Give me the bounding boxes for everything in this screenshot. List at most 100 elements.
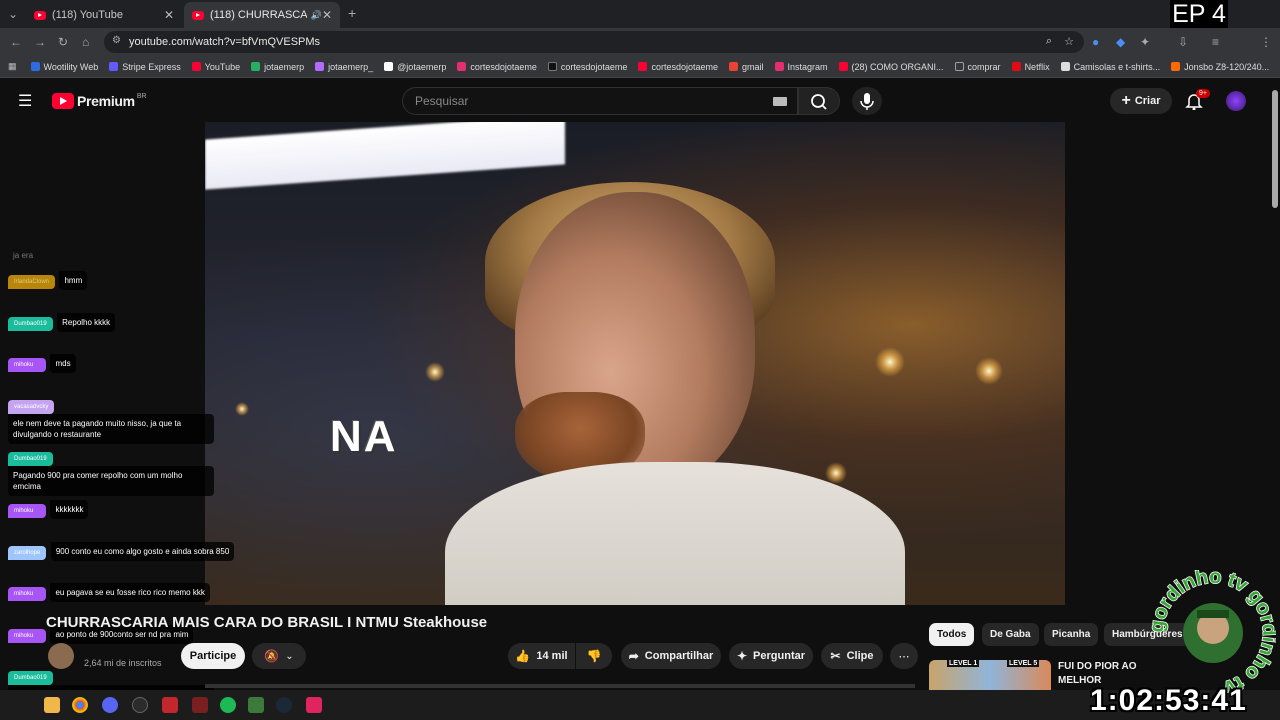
spotify-icon[interactable]: [220, 697, 236, 713]
more-dots-icon: ⋯: [898, 650, 910, 663]
search-button[interactable]: [798, 87, 840, 115]
home-icon[interactable]: ⌂: [82, 34, 89, 50]
new-tab-icon[interactable]: +: [348, 5, 356, 21]
recommendation-thumbnail[interactable]: LEVEL 1 LEVEL 5: [929, 660, 1051, 690]
bokeh-light: [825, 462, 847, 484]
url-text: youtube.com/watch?v=bfVmQVESPMs: [129, 36, 321, 48]
back-icon[interactable]: ←: [10, 34, 22, 50]
thumbs-down-icon: 👎: [586, 649, 602, 663]
bookmark-item[interactable]: jotaemerp_: [315, 62, 373, 72]
bookmark-item[interactable]: YouTube: [191, 62, 240, 72]
microphone-icon: [860, 93, 874, 110]
chat-message: mihoku eu pagava se eu fosse rico rico m…: [8, 582, 210, 602]
app-icon[interactable]: [248, 697, 264, 713]
extensions-puzzle-icon[interactable]: ✦: [1140, 34, 1150, 50]
address-bar[interactable]: ⚙ youtube.com/watch?v=bfVmQVESPMs ☆ ⌕: [104, 31, 1084, 53]
speaker-icon[interactable]: 🔊: [311, 10, 322, 21]
menu-dots-icon[interactable]: ⋮: [1260, 34, 1272, 50]
chat-message: mihoku kkkkkkk: [8, 499, 89, 519]
bookmark-item[interactable]: Camisolas e t-shirts...: [1060, 62, 1160, 72]
bookmark-folder[interactable]: comprar: [954, 62, 1001, 72]
extension-icon[interactable]: ◆: [1116, 34, 1125, 50]
search-placeholder: Pesquisar: [415, 94, 469, 108]
notifications-button[interactable]: 9+: [1184, 89, 1210, 115]
keyboard-icon[interactable]: [773, 97, 787, 106]
site-info-icon[interactable]: ⚙: [112, 35, 121, 46]
app-icon[interactable]: [192, 697, 208, 713]
close-tab-icon[interactable]: ✕: [322, 8, 332, 22]
app-icon[interactable]: [162, 697, 178, 713]
apps-grid-icon[interactable]: ▦: [8, 61, 17, 72]
downloads-icon[interactable]: ⇩: [1178, 34, 1188, 50]
ask-label: Perguntar: [753, 650, 806, 662]
bookmark-item[interactable]: Jonsbo Z8-120/240...: [1171, 62, 1269, 72]
bookmark-item[interactable]: cortesdojotaeme: [547, 62, 627, 72]
tab-search-icon[interactable]: ⌄: [8, 6, 18, 22]
chat-username: vacasadvcky: [8, 400, 55, 414]
bookmark-item[interactable]: Instagram: [774, 62, 828, 72]
video-player[interactable]: NA: [205, 122, 1065, 605]
bookmark-item[interactable]: jotaemerp: [251, 62, 304, 72]
app-icon[interactable]: [306, 697, 322, 713]
close-tab-icon[interactable]: ✕: [164, 8, 174, 22]
extension-icon[interactable]: ●: [1092, 34, 1099, 50]
share-button[interactable]: ➦ Compartilhar: [621, 643, 721, 669]
tab-title: (118) CHURRASCARIA MAI: [210, 9, 307, 21]
page-scrollbar[interactable]: [1272, 90, 1278, 208]
bookmark-item[interactable]: cortesdojotaeme: [638, 62, 718, 72]
forward-icon[interactable]: →: [34, 34, 46, 50]
voice-search-button[interactable]: [852, 87, 882, 115]
zoom-icon[interactable]: ⌕: [1046, 35, 1052, 48]
clip-label: Clipe: [846, 650, 874, 662]
chat-username: Dumbao019: [8, 317, 53, 331]
chat-text: hmm: [59, 271, 88, 290]
bookmark-item[interactable]: Stripe Express: [109, 62, 181, 72]
dislike-button[interactable]: 👎: [576, 643, 612, 669]
chrome-icon[interactable]: [72, 697, 88, 713]
chip-picanha[interactable]: Picanha: [1044, 623, 1099, 646]
youtube-premium-logo[interactable]: Premium BR: [52, 93, 147, 109]
youtube-favicon-icon: [34, 10, 46, 20]
subscription-bell-button[interactable]: 🔕 ⌄: [252, 643, 306, 669]
bookmark-item[interactable]: @jotaemerp: [384, 62, 446, 72]
bookmark-star-icon[interactable]: ☆: [1064, 35, 1074, 48]
more-actions-button[interactable]: ⋯: [890, 643, 918, 669]
reload-icon[interactable]: ↻: [58, 34, 68, 50]
ask-button[interactable]: ✦ Perguntar: [729, 643, 813, 669]
chat-username: IrlandaClown: [8, 275, 56, 289]
clip-button[interactable]: ✂ Clipe: [821, 643, 883, 669]
youtube-logo-icon: [52, 93, 74, 109]
bookmark-item[interactable]: gmail: [728, 62, 764, 72]
chat-message: ja era: [8, 246, 38, 265]
bookmark-item[interactable]: Netflix: [1011, 62, 1050, 72]
like-button[interactable]: 👍 14 mil: [508, 643, 575, 669]
thumbnail-label: LEVEL 5: [1007, 660, 1040, 667]
bell-off-icon: 🔕: [264, 649, 280, 663]
hamburger-menu-icon[interactable]: ☰: [18, 91, 32, 111]
chip-all[interactable]: Todos: [929, 623, 975, 646]
account-avatar[interactable]: [1226, 91, 1246, 111]
chat-message: vacasadvcky ele nem deve ta pagando muit…: [8, 395, 214, 444]
chat-message: Dumbao019 Repolho kkkk: [8, 312, 116, 332]
bookmark-favicon-icon: [30, 62, 40, 71]
file-explorer-icon[interactable]: [44, 697, 60, 713]
bookmark-item[interactable]: cortesdojotaeme: [457, 62, 537, 72]
obs-icon[interactable]: [132, 697, 148, 713]
create-button[interactable]: + Criar: [1110, 88, 1172, 114]
chip-de-gaba[interactable]: De Gaba: [982, 623, 1039, 646]
bookmark-item[interactable]: Wootility Web: [30, 62, 98, 72]
tab-youtube-home[interactable]: (118) YouTube ✕: [26, 2, 182, 28]
bokeh-light: [875, 347, 905, 377]
discord-icon[interactable]: [102, 697, 118, 713]
logo-region: BR: [136, 92, 147, 100]
tab-video[interactable]: (118) CHURRASCARIA MAI 🔊 ✕: [184, 2, 340, 28]
browser-tab-bar: ⌄ (118) YouTube ✕ (118) CHURRASCARIA MAI…: [0, 0, 1280, 28]
plus-icon: +: [1121, 92, 1131, 109]
bookmark-favicon-icon: [838, 62, 848, 71]
reading-list-icon[interactable]: ≡: [1212, 34, 1219, 50]
steam-icon[interactable]: [276, 697, 292, 713]
search-input[interactable]: Pesquisar: [402, 87, 798, 115]
tab-title: (118) YouTube: [52, 9, 123, 21]
bookmark-favicon-icon: [1171, 62, 1181, 71]
bookmark-item[interactable]: (28) COMO ORGANI...: [838, 62, 944, 72]
